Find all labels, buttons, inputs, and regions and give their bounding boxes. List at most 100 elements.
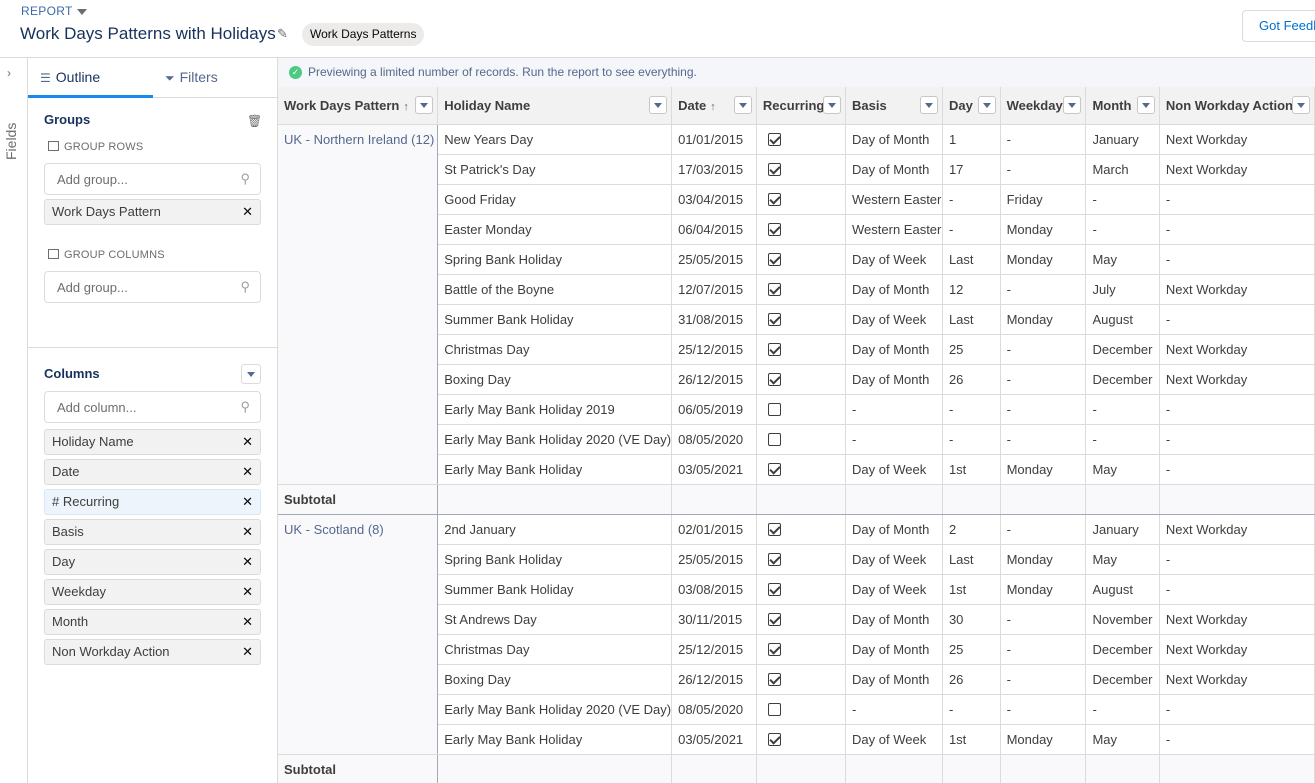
cell-month: May bbox=[1085, 544, 1160, 575]
sort-ascending-icon[interactable]: ↑ bbox=[403, 101, 409, 113]
cell-date: 30/11/2015 bbox=[671, 604, 757, 635]
column-header-label: Recurring bbox=[762, 97, 825, 113]
column-chip[interactable]: Holiday Name ✕ bbox=[44, 429, 261, 455]
tab-outline[interactable]: ☰ Outline bbox=[28, 58, 153, 98]
checked-checkbox-icon bbox=[767, 132, 781, 146]
column-header[interactable]: Non Workday Action bbox=[1159, 87, 1315, 125]
subtotal-cell bbox=[756, 484, 847, 515]
checked-checkbox-icon bbox=[767, 372, 781, 386]
column-menu-button[interactable] bbox=[1292, 96, 1310, 114]
subtotal-cell bbox=[1000, 484, 1087, 515]
feedback-button[interactable]: Got Feedback? bbox=[1242, 10, 1315, 42]
cell-day: 1 bbox=[942, 124, 1001, 155]
column-chip[interactable]: Date ✕ bbox=[44, 459, 261, 485]
group-row-chip-label: Work Days Pattern bbox=[52, 204, 161, 219]
report-preview: ✓ Previewing a limited number of records… bbox=[278, 58, 1315, 783]
edit-pencil-icon[interactable]: ✎ bbox=[277, 26, 291, 41]
column-menu-button[interactable] bbox=[1136, 96, 1155, 114]
report-type-menu[interactable]: REPORT bbox=[21, 4, 87, 18]
cell-month: May bbox=[1085, 724, 1160, 755]
column-chip-label: Date bbox=[52, 464, 80, 479]
trash-icon[interactable]: 🗑 bbox=[247, 114, 262, 128]
column-menu-button[interactable] bbox=[977, 96, 996, 114]
column-menu-button[interactable] bbox=[823, 96, 842, 114]
cell-name: Spring Bank Holiday bbox=[437, 544, 673, 575]
remove-icon[interactable]: ✕ bbox=[242, 550, 253, 574]
group-columns-input[interactable] bbox=[45, 272, 230, 302]
column-chip[interactable]: # Recurring ✕ bbox=[44, 489, 261, 515]
search-icon: ⚲ bbox=[240, 399, 250, 414]
column-menu-button[interactable] bbox=[733, 96, 752, 114]
column-chip[interactable]: Month ✕ bbox=[44, 609, 261, 635]
fields-rail-label[interactable]: Fields bbox=[3, 88, 19, 160]
columns-input[interactable] bbox=[45, 392, 230, 422]
cell-date: 25/05/2015 bbox=[671, 244, 757, 275]
column-chip[interactable]: Weekday ✕ bbox=[44, 579, 261, 605]
cell-basis: Day of Month bbox=[845, 664, 943, 695]
column-header[interactable]: Weekday bbox=[1000, 87, 1087, 125]
column-chip[interactable]: Non Workday Action ✕ bbox=[44, 639, 261, 665]
cell-basis: Day of Week bbox=[845, 574, 943, 605]
checked-checkbox-icon bbox=[767, 612, 781, 626]
remove-icon[interactable]: ✕ bbox=[242, 430, 253, 454]
column-header[interactable]: Month bbox=[1085, 87, 1160, 125]
column-menu-button[interactable] bbox=[919, 96, 938, 114]
remove-icon[interactable]: ✕ bbox=[242, 610, 253, 634]
checked-checkbox-icon bbox=[767, 342, 781, 356]
report-table: Work Days Pattern ↑ Holiday Name Date ↑ Recur… bbox=[278, 87, 1315, 783]
column-menu-button[interactable] bbox=[1063, 96, 1082, 114]
panel-tabs: ☰ Outline ⏷ Filters bbox=[28, 58, 278, 98]
subtotal-cell bbox=[845, 754, 943, 783]
column-header[interactable]: Recurring bbox=[756, 87, 847, 125]
cell-recurring bbox=[756, 154, 847, 185]
column-header[interactable]: Day bbox=[942, 87, 1001, 125]
tab-filters[interactable]: ⏷ Filters bbox=[153, 58, 278, 98]
cell-date: 02/01/2015 bbox=[671, 514, 757, 545]
cell-date: 03/05/2021 bbox=[671, 724, 757, 755]
group-rows-input[interactable] bbox=[45, 164, 230, 194]
cell-weekday: Monday bbox=[1000, 214, 1087, 245]
columns-menu-button[interactable] bbox=[241, 364, 261, 384]
cell-basis: - bbox=[845, 424, 943, 455]
column-header[interactable]: Date ↑ bbox=[671, 87, 757, 125]
subtotal-cell bbox=[671, 754, 757, 783]
cell-basis: Day of Month bbox=[845, 634, 943, 665]
column-chip[interactable]: Day ✕ bbox=[44, 549, 261, 575]
column-header-label: Holiday Name bbox=[444, 97, 531, 113]
column-chip[interactable]: Basis ✕ bbox=[44, 519, 261, 545]
column-header[interactable]: Work Days Pattern ↑ bbox=[278, 87, 439, 125]
sort-ascending-icon[interactable]: ↑ bbox=[710, 101, 716, 113]
cell-action: Next Workday bbox=[1159, 634, 1315, 665]
column-menu-button[interactable] bbox=[415, 96, 434, 114]
cell-weekday: - bbox=[1000, 274, 1087, 305]
fields-rail[interactable]: › Fields bbox=[0, 58, 28, 783]
cell-weekday: Monday bbox=[1000, 724, 1087, 755]
cell-name: Christmas Day bbox=[437, 634, 673, 665]
cell-name: Spring Bank Holiday bbox=[437, 244, 673, 275]
remove-icon[interactable]: ✕ bbox=[242, 580, 253, 604]
cell-date: 03/05/2021 bbox=[671, 454, 757, 485]
cell-day: 17 bbox=[942, 154, 1001, 185]
column-header[interactable]: Holiday Name bbox=[437, 87, 673, 125]
check-circle-icon: ✓ bbox=[289, 66, 302, 79]
cell-action: - bbox=[1159, 244, 1315, 275]
cell-day: Last bbox=[942, 544, 1001, 575]
remove-icon[interactable]: ✕ bbox=[242, 200, 253, 224]
column-header[interactable]: Basis bbox=[845, 87, 943, 125]
cell-action: - bbox=[1159, 184, 1315, 215]
cell-name: Christmas Day bbox=[437, 334, 673, 365]
cell-day: Last bbox=[942, 244, 1001, 275]
group-row-chip[interactable]: Work Days Pattern ✕ bbox=[44, 199, 261, 225]
column-menu-button[interactable] bbox=[649, 96, 668, 114]
remove-icon[interactable]: ✕ bbox=[242, 460, 253, 484]
cell-month: December bbox=[1085, 664, 1160, 695]
remove-icon[interactable]: ✕ bbox=[242, 490, 253, 514]
cell-date: 03/04/2015 bbox=[671, 184, 757, 215]
subtotal-cell bbox=[845, 484, 943, 515]
cell-action: - bbox=[1159, 454, 1315, 485]
remove-icon[interactable]: ✕ bbox=[242, 640, 253, 664]
remove-icon[interactable]: ✕ bbox=[242, 520, 253, 544]
cell-name: Easter Monday bbox=[437, 214, 673, 245]
cell-recurring bbox=[756, 724, 847, 755]
chevron-right-icon[interactable]: › bbox=[7, 66, 11, 80]
